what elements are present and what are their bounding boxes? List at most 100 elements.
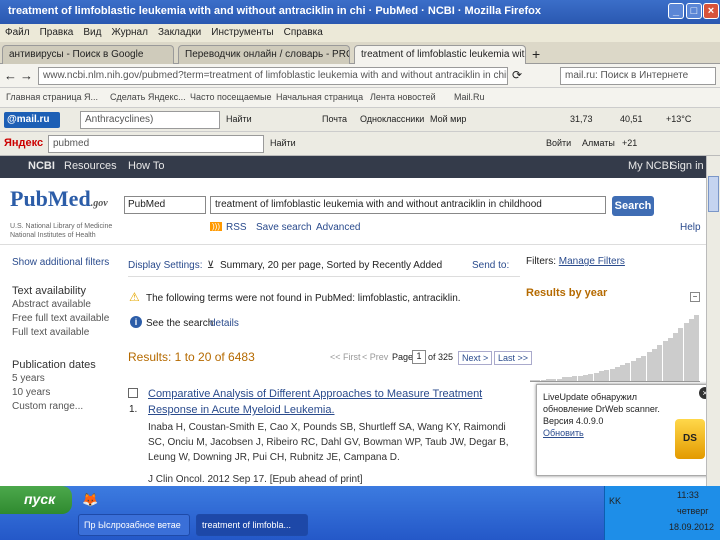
histogram-bar [609, 369, 615, 381]
histogram-bar [678, 328, 684, 381]
menu-view[interactable]: Вид [78, 24, 106, 41]
filter-10-years[interactable]: 10 years [12, 386, 112, 400]
collapse-icon[interactable]: − [690, 292, 700, 302]
page-scrollbar[interactable] [706, 156, 720, 486]
tab-promt[interactable]: Переводчик онлайн / словарь - PROMT [178, 45, 350, 64]
yandex-search-input[interactable]: pubmed [48, 135, 264, 153]
send-to-menu[interactable]: Send to: [472, 260, 509, 271]
bookmark-yandex-home[interactable]: Главная страница Я... [6, 92, 98, 102]
scrollbar-thumb[interactable] [708, 176, 719, 212]
clock-date: 18.09.2012 [669, 522, 715, 532]
yandex-login-link[interactable]: Войти [546, 138, 571, 148]
filter-free-full-text[interactable]: Free full text available [12, 312, 112, 326]
mailru-search-input[interactable]: Anthracyclines) [80, 111, 220, 129]
menu-edit[interactable]: Правка [35, 24, 79, 41]
menu-history[interactable]: Журнал [106, 24, 153, 41]
sign-in-link[interactable]: Sign in [670, 160, 704, 172]
my-ncbi-link[interactable]: My NCBI [628, 160, 672, 172]
window-title: treatment of limfoblastic leukemia with … [8, 5, 541, 17]
tab-pubmed[interactable]: treatment of limfoblastic leukemia with … [354, 45, 526, 64]
start-button[interactable]: пуск [0, 486, 72, 514]
manage-filters-link[interactable]: Manage Filters [559, 256, 625, 267]
pubmed-logo[interactable]: PubMed.gov [10, 186, 108, 212]
navigation-bar: ← → www.ncbi.nlm.nih.gov/pubmed?term=tre… [0, 64, 720, 88]
back-arrow-icon[interactable]: ← [4, 68, 17, 83]
histogram-bar [651, 348, 657, 381]
new-tab-icon[interactable]: + [532, 46, 540, 62]
histogram-bar [545, 378, 551, 381]
result-journal: J Clin Oncol. 2012 Sep 17. [Epub ahead o… [148, 474, 363, 485]
forward-arrow-icon[interactable]: → [20, 68, 33, 83]
histogram-bar [593, 372, 599, 381]
reload-icon[interactable]: ⟳ [512, 68, 522, 82]
close-button[interactable]: × [703, 3, 719, 19]
bookmark-start-page[interactable]: Начальная страница [276, 92, 363, 102]
advanced-link[interactable]: Advanced [316, 222, 360, 233]
help-link[interactable]: Help [680, 222, 701, 233]
result-title-link[interactable]: Comparative Analysis of Different Approa… [148, 386, 520, 418]
task-item-1[interactable]: Пр Ыслрозабное ветае [78, 514, 190, 536]
language-indicator[interactable]: KK [609, 496, 621, 506]
url-input[interactable]: www.ncbi.nlm.nih.gov/pubmed?term=treatme… [38, 67, 508, 85]
warning-message: The following terms were not found in Pu… [146, 293, 461, 304]
yandex-temp: +21 [622, 138, 638, 148]
prev-page-link[interactable]: < Prev [362, 352, 388, 362]
filter-abstract[interactable]: Abstract available [12, 298, 112, 312]
histogram-bar [614, 366, 620, 381]
save-search-link[interactable]: Save search [256, 222, 312, 233]
bookmark-most-visited[interactable]: Часто посещаемые [190, 92, 272, 102]
firefox-quicklaunch-icon[interactable]: 🦊 [82, 492, 98, 508]
yandex-find-button[interactable]: Найти [270, 138, 296, 148]
tab-bar: антивирусы - Поиск в Google Переводчик о… [0, 42, 720, 64]
filters-label: Filters: [526, 256, 556, 267]
rss-link[interactable]: RSS [226, 222, 247, 233]
filter-custom-range[interactable]: Custom range... [12, 400, 112, 414]
results-by-year-chart[interactable] [530, 312, 700, 382]
maximize-button[interactable]: □ [686, 3, 702, 19]
filter-full-text[interactable]: Full text available [12, 326, 112, 340]
result-number: 1. [129, 404, 138, 415]
menu-file[interactable]: Файл [0, 24, 35, 41]
histogram-bar [657, 345, 663, 381]
search-button[interactable]: Search [612, 196, 654, 216]
bookmark-mailru[interactable]: Mail.Ru [454, 92, 485, 102]
publication-dates-heading: Publication dates [12, 359, 96, 371]
mailru-mail-link[interactable]: Почта [322, 114, 347, 124]
weather-temp: +13°C [666, 114, 692, 124]
page-number-input[interactable]: 1 [412, 350, 426, 364]
drweb-icon: DS [675, 419, 705, 459]
search-details-link[interactable]: details [210, 318, 239, 329]
rss-icon[interactable]: ))) [210, 222, 222, 231]
mailru-moimir-link[interactable]: Мой мир [430, 114, 466, 124]
histogram-bar [673, 333, 679, 381]
mailru-find-button[interactable]: Найти [226, 114, 252, 124]
show-filters-link[interactable]: Show additional filters [12, 256, 112, 270]
mailru-ok-link[interactable]: Одноклассники [360, 114, 424, 124]
web-search-input[interactable]: mail.ru: Поиск в Интернете [560, 67, 716, 85]
ncbi-resources-menu[interactable]: Resources [64, 160, 117, 172]
bookmark-news-feed[interactable]: Лента новостей [370, 92, 436, 102]
pubmed-search-input[interactable]: treatment of limfoblastic leukemia with … [210, 196, 606, 214]
histogram-bar [641, 355, 647, 381]
filter-5-years[interactable]: 5 years [12, 372, 112, 386]
window-title-bar: treatment of limfoblastic leukemia with … [0, 0, 720, 24]
first-page-link[interactable]: << First [330, 352, 361, 362]
last-page-button[interactable]: Last >> [494, 351, 533, 365]
minimize-button[interactable]: _ [668, 3, 684, 19]
menu-help[interactable]: Справка [279, 24, 328, 41]
result-checkbox[interactable] [128, 388, 138, 398]
results-count: Results: 1 to 20 of 6483 [128, 350, 255, 364]
task-item-firefox[interactable]: treatment of limfobla... [196, 514, 308, 536]
menu-tools[interactable]: Инструменты [206, 24, 278, 41]
menu-bookmarks[interactable]: Закладки [153, 24, 206, 41]
histogram-bar [561, 377, 567, 381]
bookmark-make-yandex[interactable]: Сделать Яндекс... [110, 92, 186, 102]
ncbi-logo[interactable]: NCBI [28, 160, 55, 172]
tab-google[interactable]: антивирусы - Поиск в Google [2, 45, 174, 64]
display-settings-label[interactable]: Display Settings: [128, 260, 202, 271]
ncbi-howto-menu[interactable]: How To [128, 160, 164, 172]
next-page-button[interactable]: Next > [458, 351, 493, 365]
database-select[interactable]: PubMed [124, 196, 206, 214]
chevron-down-icon[interactable]: ⊻ [207, 260, 214, 271]
settings-divider [128, 276, 520, 277]
